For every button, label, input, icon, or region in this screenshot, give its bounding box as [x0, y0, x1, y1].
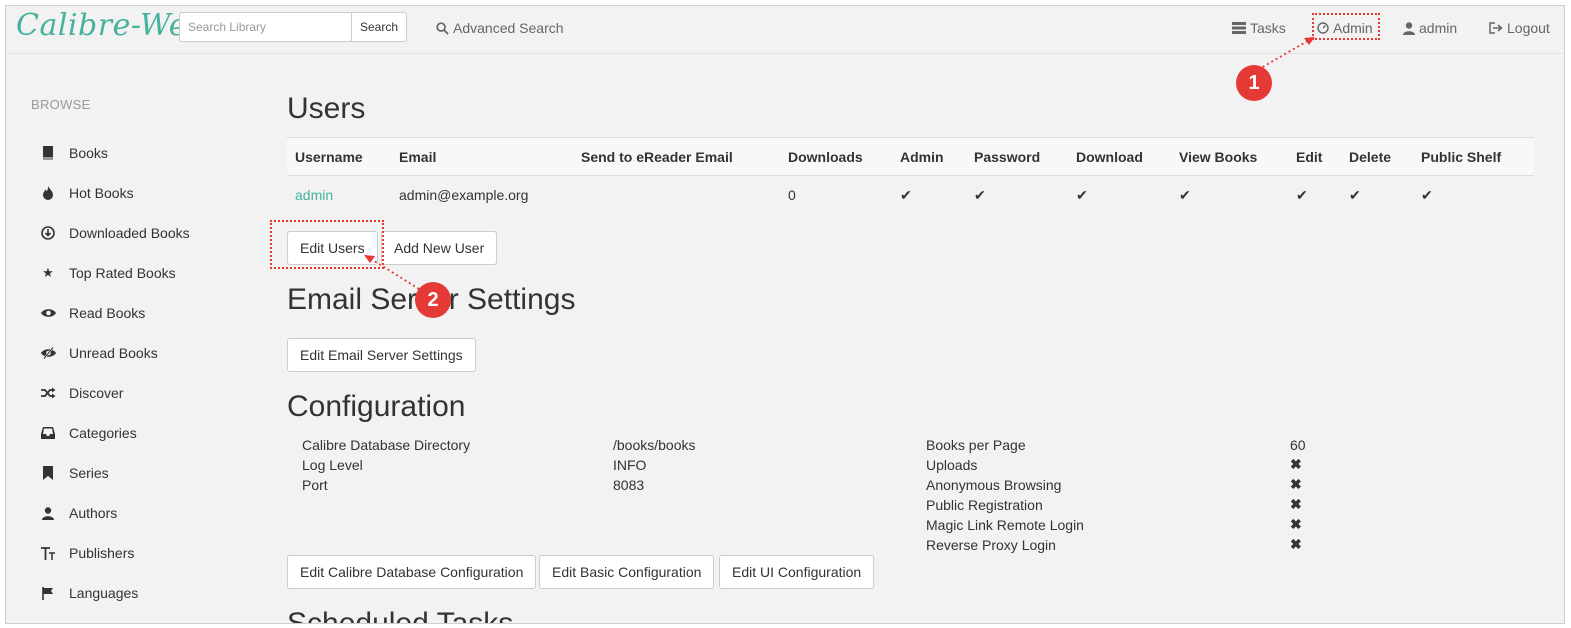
- annotation-arrows: [364, 37, 1315, 290]
- arrow-to-edit-users: [370, 258, 420, 290]
- callout-badge-1: 1: [1236, 65, 1272, 101]
- app-window: Calibre-Web Search Advanced Search Tasks: [5, 5, 1565, 624]
- callout-badge-2: 2: [415, 282, 451, 318]
- arrow-head: [364, 255, 375, 263]
- arrow-head: [1304, 37, 1315, 45]
